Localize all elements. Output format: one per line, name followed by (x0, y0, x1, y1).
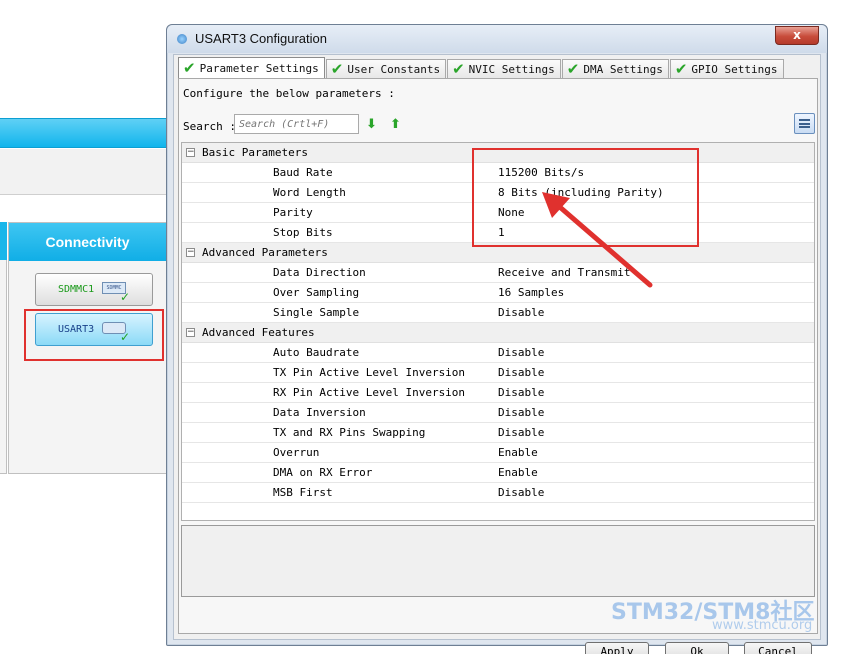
search-label: Search : (183, 120, 236, 133)
param-name: Baud Rate (273, 166, 333, 179)
param-name: TX and RX Pins Swapping (273, 426, 426, 439)
check-icon: ✓ (119, 290, 130, 304)
param-name: Data Inversion (273, 406, 366, 419)
param-row-overrun[interactable]: Overrun Enable (182, 443, 814, 463)
param-row-pins-swapping[interactable]: TX and RX Pins Swapping Disable (182, 423, 814, 443)
parameter-description-box (181, 525, 815, 597)
check-icon: ✔ (674, 60, 688, 78)
param-name: RX Pin Active Level Inversion (273, 386, 466, 399)
app-icon (177, 34, 187, 44)
usart3-configuration-dialog: USART3 Configuration x ✔ Parameter Setti… (166, 24, 828, 654)
param-value[interactable]: Disable (498, 306, 544, 319)
param-row-data-inversion[interactable]: Data Inversion Disable (182, 403, 814, 423)
dialog-client-area: ✔ Parameter Settings ✔ User Constants ✔ … (173, 54, 821, 654)
group-label: Advanced Features (202, 326, 315, 339)
group-label: Basic Parameters (202, 146, 308, 159)
toolbar-strip (0, 118, 166, 148)
param-name: Auto Baudrate (273, 346, 360, 359)
param-row-tx-pin-inversion[interactable]: TX Pin Active Level Inversion Disable (182, 363, 814, 383)
check-icon: ✔ (566, 60, 580, 78)
tab-label: NVIC Settings (468, 63, 555, 76)
annotation-arrow-icon (542, 192, 653, 288)
watermark-url: www.stmcu.org (712, 618, 813, 633)
check-icon: ✔ (330, 60, 344, 78)
check-icon: ✔ (452, 60, 465, 78)
search-next-arrow-icon[interactable]: ⬇ (366, 117, 377, 132)
param-name: Stop Bits (273, 226, 333, 239)
cancel-button[interactable]: Cancel (744, 642, 812, 654)
tab-label: User Constants (347, 63, 441, 76)
tab-label: GPIO Settings (691, 63, 778, 76)
param-row-msb-first[interactable]: MSB First Disable (182, 483, 814, 503)
param-row-single-sample[interactable]: Single Sample Disable (182, 303, 814, 323)
dialog-titlebar[interactable]: USART3 Configuration x (167, 25, 827, 53)
tab-bar: ✔ Parameter Settings ✔ User Constants ✔ … (178, 57, 785, 79)
param-name: Word Length (273, 186, 346, 199)
tab-label: DMA Settings (583, 63, 663, 76)
group-label: Advanced Parameters (202, 246, 328, 259)
group-advanced-features[interactable]: − Advanced Features (182, 323, 814, 343)
param-name: Over Sampling (273, 286, 360, 299)
category-column-header (0, 222, 7, 260)
ok-button[interactable]: Ok (665, 642, 729, 654)
dialog-title: USART3 Configuration (195, 31, 327, 46)
tab-parameter-settings[interactable]: ✔ Parameter Settings (178, 57, 325, 79)
search-previous-arrow-icon[interactable]: ⬆ (390, 117, 401, 132)
list-view-icon (799, 119, 810, 128)
search-input[interactable] (234, 114, 359, 134)
param-row-rx-pin-inversion[interactable]: RX Pin Active Level Inversion Disable (182, 383, 814, 403)
param-name: TX Pin Active Level Inversion (273, 366, 466, 379)
param-value[interactable]: Disable (498, 486, 544, 499)
collapse-icon[interactable]: − (186, 328, 195, 337)
param-row-dma-on-rx-error[interactable]: DMA on RX Error Enable (182, 463, 814, 483)
param-row-over-sampling[interactable]: Over Sampling 16 Samples (182, 283, 814, 303)
param-value[interactable]: Enable (498, 466, 538, 479)
param-value[interactable]: Disable (498, 426, 544, 439)
close-button[interactable]: x (775, 26, 819, 45)
collapse-icon[interactable]: − (186, 248, 195, 257)
peripheral-button-sdmmc1[interactable]: SDMMC1 SDMMC ✓ (35, 273, 153, 306)
param-name: DMA on RX Error (273, 466, 373, 479)
tab-label: Parameter Settings (199, 62, 319, 75)
param-name: Overrun (273, 446, 320, 459)
param-value[interactable]: Disable (498, 386, 544, 399)
tab-gpio-settings[interactable]: ✔ GPIO Settings (669, 59, 784, 79)
tab-user-constants[interactable]: ✔ User Constants (325, 59, 447, 79)
tab-nvic-settings[interactable]: ✔ NVIC Settings (447, 59, 561, 79)
check-icon: ✔ (183, 59, 196, 77)
param-name: Single Sample (273, 306, 360, 319)
param-value[interactable]: Disable (498, 366, 544, 379)
toolbar-band (0, 149, 166, 195)
tab-dma-settings[interactable]: ✔ DMA Settings (561, 59, 669, 79)
list-view-button[interactable] (794, 113, 815, 134)
param-name: MSB First (273, 486, 333, 499)
param-value[interactable]: Disable (498, 406, 544, 419)
apply-button[interactable]: Apply (585, 642, 649, 654)
param-name: Data Direction (273, 266, 366, 279)
param-value[interactable]: Enable (498, 446, 538, 459)
collapse-icon[interactable]: − (186, 148, 195, 157)
param-name: Parity (273, 206, 313, 219)
param-row-data-direction[interactable]: Data Direction Receive and Transmit (182, 263, 814, 283)
annotation-highlight-usart3 (24, 309, 164, 361)
param-value[interactable]: Disable (498, 346, 544, 359)
param-row-auto-baudrate[interactable]: Auto Baudrate Disable (182, 343, 814, 363)
peripheral-label: SDMMC1 (58, 284, 95, 295)
connectivity-header[interactable]: Connectivity (9, 223, 166, 261)
configure-instructions: Configure the below parameters : (183, 87, 395, 100)
